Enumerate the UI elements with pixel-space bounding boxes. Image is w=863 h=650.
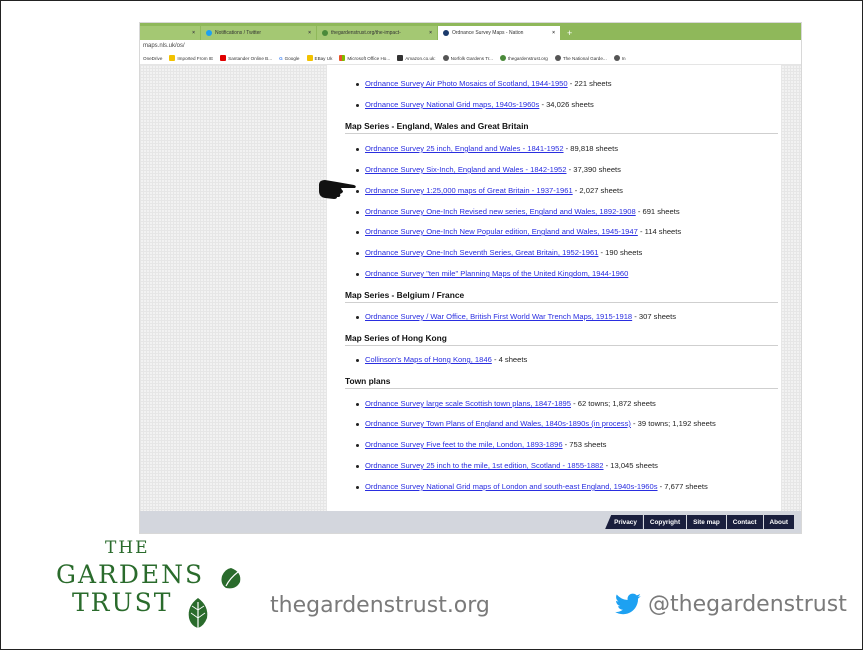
section-heading: Map Series of Hong Kong <box>345 333 778 346</box>
list-item: Ordnance Survey / War Office, British Fi… <box>356 312 676 321</box>
url-text: maps.nls.uk/os/ <box>143 43 185 49</box>
list-item: Ordnance Survey Air Photo Mosaics of Sco… <box>356 79 612 88</box>
tab-ordnance-survey[interactable]: Ordnance Survey Maps - Nation × <box>438 26 560 40</box>
section-heading: Map Series - England, Wales and Great Br… <box>345 121 778 134</box>
pointing-hand-icon <box>319 180 356 199</box>
map-link[interactable]: Ordnance Survey One-Inch New Popular edi… <box>365 227 638 236</box>
bookmark-norfolk[interactable]: Norfolk Gardens Tr... <box>442 55 493 61</box>
list-item: Ordnance Survey Five feet to the mile, L… <box>356 440 606 449</box>
left-margin-pattern <box>140 65 327 511</box>
footer-link-copyright[interactable]: Copyright <box>643 515 687 529</box>
logo-trust: TRUST <box>72 588 173 617</box>
map-link[interactable]: Ordnance Survey 25 inch, England and Wal… <box>365 144 564 153</box>
globe-icon <box>442 55 449 61</box>
map-link[interactable]: Ordnance Survey National Grid maps, 1940… <box>365 100 539 109</box>
bookmark-onedrive[interactable]: OneDrive <box>143 56 162 61</box>
google-icon: G <box>279 55 283 61</box>
tab-label: Notifications / Twitter <box>215 30 262 36</box>
globe-icon <box>554 55 561 61</box>
footer-link-privacy[interactable]: Privacy <box>605 515 643 529</box>
santander-icon <box>220 55 227 61</box>
map-link[interactable]: Ordnance Survey 1:25,000 maps of Great B… <box>365 186 573 195</box>
map-link[interactable]: Collinson's Maps of Hong Kong, 1846 <box>365 355 492 364</box>
right-margin-pattern <box>781 65 801 511</box>
amazon-icon <box>397 55 404 61</box>
website-url: thegardenstrust.org <box>270 593 490 618</box>
globe-icon <box>499 55 506 61</box>
map-link[interactable]: Ordnance Survey large scale Scottish tow… <box>365 399 571 408</box>
folder-icon <box>169 55 176 61</box>
twitter-favicon-icon <box>206 30 212 36</box>
bookmark-santander[interactable]: Santander Online B... <box>220 55 272 61</box>
footer-link-about[interactable]: About <box>763 515 794 529</box>
tab-close-icon[interactable]: × <box>552 30 555 36</box>
tab-label: thegardenstrust.org/the-impact- <box>331 30 401 36</box>
nls-favicon-icon <box>443 30 449 36</box>
twitter-handle-block: @thegardenstrust <box>614 592 847 617</box>
bookmark-national-garden[interactable]: The National Garde... <box>554 55 607 61</box>
list-item: Ordnance Survey 1:25,000 maps of Great B… <box>356 186 623 195</box>
footer-link-contact[interactable]: Contact <box>726 515 763 529</box>
map-link[interactable]: Ordnance Survey Air Photo Mosaics of Sco… <box>365 79 568 88</box>
gardenstrust-favicon-icon <box>322 30 328 36</box>
list-item: Ordnance Survey large scale Scottish tow… <box>356 399 656 408</box>
map-link[interactable]: Ordnance Survey "ten mile" Planning Maps… <box>365 269 628 278</box>
tab-close-icon[interactable]: × <box>192 30 195 36</box>
gardens-trust-logo: THE GARDENS TRUST <box>50 538 250 638</box>
list-item: Ordnance Survey 25 inch to the mile, 1st… <box>356 461 658 470</box>
tab-close-icon[interactable]: × <box>429 30 432 36</box>
list-item: Collinson's Maps of Hong Kong, 1846 - 4 … <box>356 355 527 364</box>
section-heading: Map Series - Belgium / France <box>345 290 778 303</box>
list-item: Ordnance Survey National Grid maps of Lo… <box>356 482 708 491</box>
leaf-icon <box>221 568 241 589</box>
bookmark-office[interactable]: Microsoft Office Ho... <box>339 55 390 61</box>
bookmark-gardenstrust[interactable]: thegardenstrust.org <box>499 55 548 61</box>
list-item: Ordnance Survey "ten mile" Planning Maps… <box>356 269 628 278</box>
list-item: Ordnance Survey National Grid maps, 1940… <box>356 100 594 109</box>
tab-close-icon[interactable]: × <box>308 30 311 36</box>
map-link[interactable]: Ordnance Survey National Grid maps of Lo… <box>365 482 658 491</box>
leaf-icon <box>188 598 208 634</box>
microsoft-icon <box>339 55 346 61</box>
bookmark-amazon[interactable]: Amazon.co.uk: <box>397 55 436 61</box>
bookmark-in[interactable]: In <box>613 55 626 61</box>
footer-links: Privacy Copyright Site map Contact About <box>605 515 794 529</box>
list-item: Ordnance Survey One-Inch Seventh Series,… <box>356 248 642 257</box>
tab-label: Ordnance Survey Maps - Nation <box>452 30 524 36</box>
bookmark-google[interactable]: G Google <box>279 56 299 61</box>
tab-strip: × Notifications / Twitter × thegardenstr… <box>140 23 801 40</box>
tab-twitter[interactable]: Notifications / Twitter × <box>201 26 316 40</box>
section-heading: Town plans <box>345 376 778 389</box>
address-bar[interactable]: maps.nls.uk/os/ <box>140 40 801 52</box>
page-content: Ordnance Survey Air Photo Mosaics of Sco… <box>140 65 801 511</box>
bookmark-ebay[interactable]: EBay Uk <box>306 55 332 61</box>
tab-0[interactable]: × <box>140 26 200 40</box>
new-tab-button[interactable]: + <box>561 26 578 40</box>
map-link[interactable]: Ordnance Survey One-Inch Seventh Series,… <box>365 248 598 257</box>
list-item: Ordnance Survey One-Inch New Popular edi… <box>356 227 681 236</box>
list-item: Ordnance Survey Town Plans of England an… <box>356 419 716 428</box>
twitter-bird-icon <box>615 593 641 614</box>
map-link[interactable]: Ordnance Survey Six-Inch, England and Wa… <box>365 165 567 174</box>
list-item: Ordnance Survey One-Inch Revised new ser… <box>356 207 680 216</box>
list-item: Ordnance Survey Six-Inch, England and Wa… <box>356 165 621 174</box>
map-link[interactable]: Ordnance Survey Town Plans of England an… <box>365 419 631 428</box>
site-footer: Privacy Copyright Site map Contact About <box>140 511 801 533</box>
map-link[interactable]: Ordnance Survey One-Inch Revised new ser… <box>365 207 636 216</box>
tab-gardenstrust[interactable]: thegardenstrust.org/the-impact- × <box>317 26 437 40</box>
logo-the: THE <box>105 538 150 558</box>
globe-icon <box>613 55 620 61</box>
bookmarks-bar: OneDrive Imported From IE Santander Onli… <box>140 52 801 65</box>
browser-screenshot: × Notifications / Twitter × thegardenstr… <box>140 23 801 533</box>
map-link[interactable]: Ordnance Survey Five feet to the mile, L… <box>365 440 563 449</box>
list-item: Ordnance Survey 25 inch, England and Wal… <box>356 144 618 153</box>
map-link[interactable]: Ordnance Survey 25 inch to the mile, 1st… <box>365 461 604 470</box>
twitter-handle: @thegardenstrust <box>648 592 847 617</box>
logo-gardens: GARDENS <box>56 560 205 589</box>
map-link[interactable]: Ordnance Survey / War Office, British Fi… <box>365 312 632 321</box>
folder-icon <box>306 55 313 61</box>
bookmark-imported[interactable]: Imported From IE <box>169 55 213 61</box>
footer-link-sitemap[interactable]: Site map <box>687 515 726 529</box>
